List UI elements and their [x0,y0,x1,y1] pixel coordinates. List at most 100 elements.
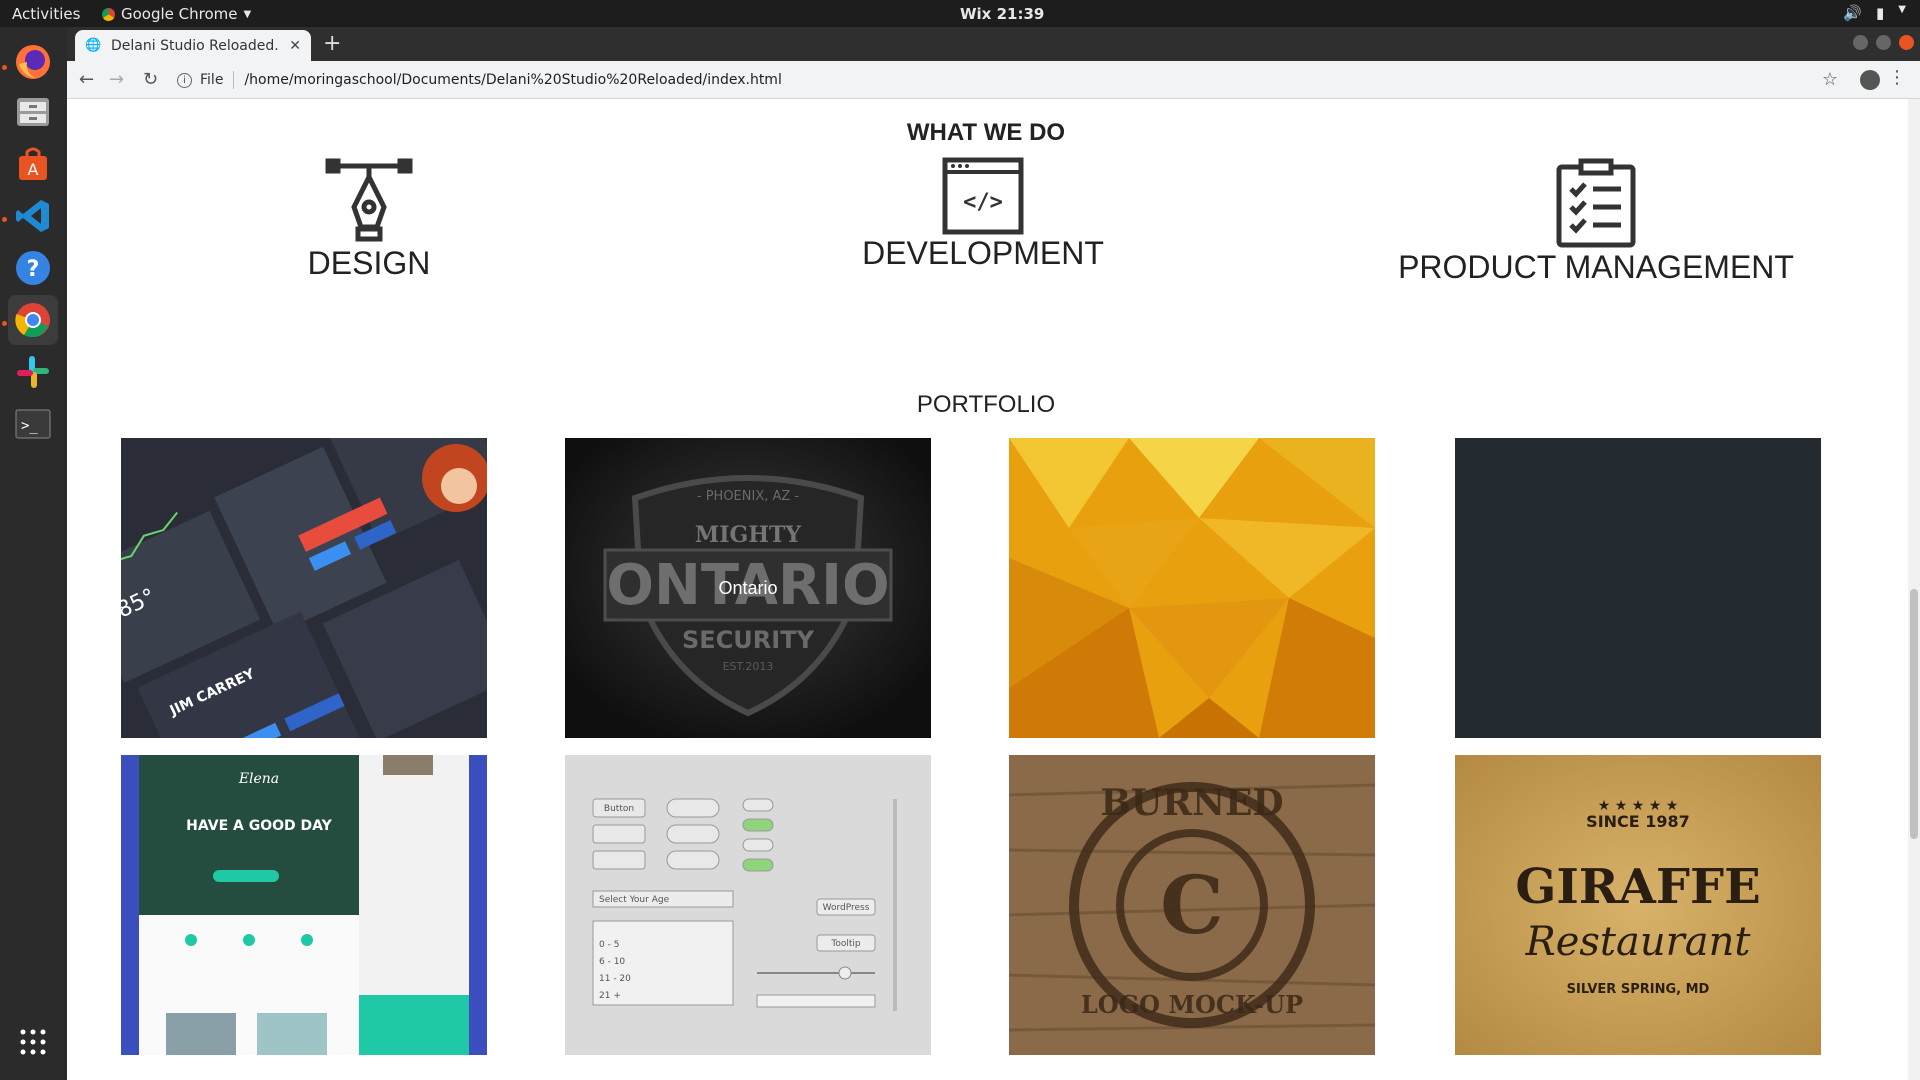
ui-button-text: Button [604,804,634,814]
app-grid-icon [20,1029,46,1055]
portfolio-item-burned-logo[interactable]: BURNED C LOGO MOCK-UP [1009,755,1375,1055]
close-tab-icon[interactable]: ✕ [289,38,301,54]
portfolio-item-dark-slate[interactable] [1455,438,1821,738]
svg-text:</>: </> [963,190,1003,215]
battery-icon: ▮ [1876,4,1885,22]
badge-mid-text: MIGHTY [695,522,802,548]
badge-est-text: EST.2013 [723,660,774,673]
shopping-bag-icon: A [19,147,47,180]
burned-top-text: BURNED [1100,782,1283,824]
help-icon: ? [16,251,50,285]
portfolio-item-ui-elements[interactable]: Button Select Your Age 0 - 5 6 - 10 11 -… [565,755,931,1055]
app-menu-label: Google Chrome [121,5,238,23]
vscode-icon [16,200,49,232]
svg-text:11 - 20: 11 - 20 [599,974,631,984]
portfolio-item-giraffe-restaurant[interactable]: SINCE 1987 ★ ★ ★ ★ ★ GIRAFFE Restaurant … [1455,755,1821,1055]
chrome-icon [15,303,50,338]
divider [233,71,235,89]
portfolio-item-elena-template[interactable]: Elena HAVE A GOOD DAY [121,755,487,1055]
info-icon[interactable]: i [177,72,192,88]
clock[interactable]: Wix 21:39 [960,5,1044,23]
ui-tooltip-text: Tooltip [830,939,861,949]
reload-button[interactable]: ↻ [143,69,158,90]
close-window-button[interactable] [1899,35,1914,50]
dock: A ? >_ [0,27,67,1080]
vscode-launcher[interactable] [8,191,58,241]
svg-text:A: A [28,160,39,179]
show-applications-button[interactable] [8,1017,58,1067]
elena-template-image: Elena HAVE A GOOD DAY [121,755,487,1055]
volume-icon: 🔊 [1843,4,1863,22]
portfolio-heading: PORTFOLIO [916,391,1056,418]
scheme-label: File [200,72,224,88]
help-launcher[interactable]: ? [8,243,58,293]
badge-top-text: - PHOENIX, AZ - [697,489,800,504]
template-headline: HAVE A GOOD DAY [186,818,332,834]
giraffe-sub-text: Restaurant [1525,919,1752,965]
page-scrollbar[interactable] [1908,99,1920,1080]
running-indicator [2,65,7,70]
svg-text:?: ? [27,257,40,282]
ui-kit-image: JIM CARREY 85° [121,438,487,738]
running-indicator [2,321,7,326]
profile-avatar[interactable] [1860,70,1880,90]
tab-title: Delani Studio Reloaded. [111,37,279,54]
portfolio-item-ui-kit[interactable]: JIM CARREY 85° [121,438,487,738]
app-menu[interactable]: Google Chrome ▼ [102,5,251,23]
portfolio-item-yellow-polygon[interactable] [1009,438,1375,738]
service-label: PRODUCT MANAGEMENT [1398,249,1794,285]
giraffe-name-text: GIRAFFE [1515,859,1760,915]
bookmark-star-icon[interactable]: ☆ [1822,69,1838,90]
burned-bottom-text: LOGO MOCK-UP [1081,990,1303,1019]
scrollbar-thumb[interactable] [1910,589,1918,839]
forward-button[interactable]: → [109,69,124,90]
page-viewport: WHAT WE DO DESIGN </> DEVELOPMENT PRODUC… [67,99,1920,1080]
code-window-icon: </> [942,157,1024,235]
globe-icon: 🌐 [85,37,102,53]
giraffe-since-text: SINCE 1987 [1586,812,1690,831]
terminal-launcher[interactable]: >_ [8,399,58,449]
slack-icon [17,356,49,388]
chevron-down-icon: ▼ [243,8,252,20]
software-center-launcher[interactable]: A [8,139,58,189]
giraffe-place-text: SILVER SPRING, MD [1567,982,1710,997]
activities-button[interactable]: Activities [12,5,80,23]
svg-text:21 +: 21 + [599,991,621,1001]
firefox-icon [16,45,50,79]
chrome-launcher[interactable] [8,295,58,345]
chrome-small-icon [102,7,115,21]
url-text[interactable]: /home/moringaschool/Documents/Delani%20S… [244,72,781,88]
service-label: DEVELOPMENT [862,235,1104,271]
yellow-polygon-image [1009,438,1375,738]
svg-text:>_: >_ [21,418,38,434]
portfolio-overlay-label: Ontario [718,578,778,598]
ui-elements-image: Button Select Your Age 0 - 5 6 - 10 11 -… [565,755,931,1055]
new-tab-button[interactable]: + [323,31,341,56]
minimize-button[interactable] [1853,35,1868,50]
system-top-bar: Activities Google Chrome ▼ Wix 21:39 🔊 ▮… [0,0,1920,27]
window-controls [1853,35,1914,50]
file-cabinet-icon [17,98,49,126]
address-bar[interactable]: i File /home/moringaschool/Documents/Del… [177,65,1857,95]
what-we-do-heading: WHAT WE DO [906,119,1066,146]
giraffe-restaurant-image: SINCE 1987 ★ ★ ★ ★ ★ GIRAFFE Restaurant … [1455,755,1821,1055]
tab-active[interactable]: 🌐 Delani Studio Reloaded. ✕ [75,30,311,61]
files-launcher[interactable] [8,87,58,137]
portfolio-item-mighty-ontario[interactable]: - PHOENIX, AZ - MIGHTY ONTARIO SECURITY … [565,438,931,738]
firefox-launcher[interactable] [8,37,58,87]
maximize-button[interactable] [1876,35,1891,50]
ui-select-text: Select Your Age [599,895,670,905]
clipboard-checklist-icon [1556,158,1636,248]
running-indicator [2,217,7,222]
badge-bottom-text: SECURITY [682,626,815,654]
back-button[interactable]: ← [79,69,94,90]
tab-strip: 🌐 Delani Studio Reloaded. ✕ + [67,27,1920,61]
slack-launcher[interactable] [8,347,58,397]
svg-text:★ ★ ★ ★ ★: ★ ★ ★ ★ ★ [1598,798,1679,814]
system-status-area[interactable]: 🔊 ▮ ▼ [1843,4,1906,22]
template-brand: Elena [238,771,279,787]
svg-text:0 - 5: 0 - 5 [599,940,619,950]
svg-text:6 - 10: 6 - 10 [599,957,625,967]
terminal-icon: >_ [15,409,51,439]
more-menu-icon[interactable]: ⋮ [1888,67,1906,88]
